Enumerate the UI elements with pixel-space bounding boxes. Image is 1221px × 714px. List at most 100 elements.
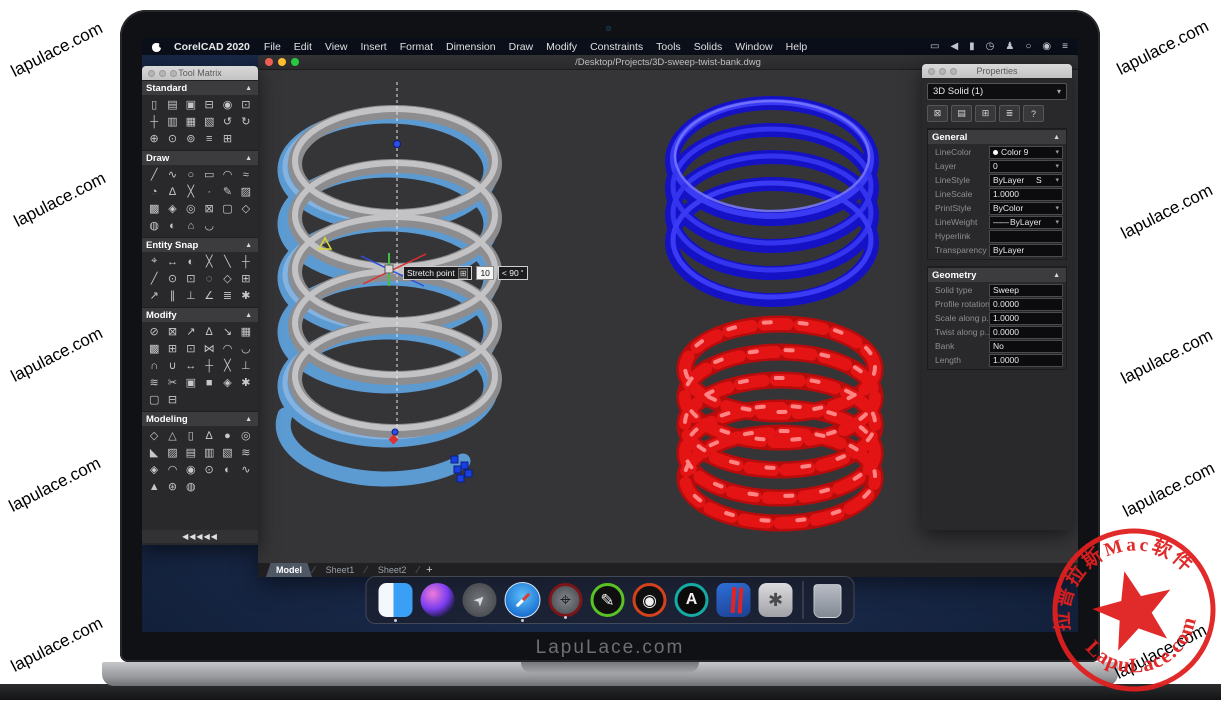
snap-intersection-icon[interactable]: ╳ (200, 253, 218, 270)
array-3d-icon[interactable]: ⊛ (163, 478, 181, 495)
prop-value-linecolor[interactable]: Color 9▾ (989, 146, 1063, 159)
hatch-icon[interactable]: ▨ (237, 183, 255, 200)
circle-icon[interactable]: ○ (182, 166, 200, 183)
section-header-modify[interactable]: Modify▲ (142, 307, 258, 322)
align-icon[interactable]: ⊥ (237, 357, 255, 374)
menu-draw[interactable]: Draw (509, 41, 534, 53)
prop-value-bank[interactable]: No (989, 340, 1063, 353)
collapse-icon[interactable]: ▲ (1053, 272, 1060, 279)
rotate-icon[interactable]: ∆ (200, 323, 218, 340)
chamfer-icon[interactable]: ◡ (237, 340, 255, 357)
snap-geometric-center-icon[interactable]: ◇ (218, 270, 236, 287)
display-mirroring-icon[interactable]: ▭ (930, 41, 939, 52)
mirror-3d-icon[interactable]: ▲ (145, 478, 163, 495)
grip-bottom[interactable] (392, 429, 398, 435)
select-add-icon[interactable]: ▤ (951, 105, 972, 122)
dock-utility-icon[interactable]: ✱ (759, 583, 793, 617)
dock-font-manager-icon[interactable]: A (675, 583, 709, 617)
snap-nearest-icon[interactable]: ╲ (218, 253, 236, 270)
menu-view[interactable]: View (325, 41, 348, 53)
new-drawing-icon[interactable]: ▯ (145, 96, 163, 113)
point-icon[interactable]: · (200, 183, 218, 200)
app-menu-title[interactable]: CorelCAD 2020 (174, 41, 250, 53)
ring-icon[interactable]: ◎ (182, 200, 200, 217)
snap-perpendicular-icon[interactable]: ⊥ (182, 287, 200, 304)
palette-pager[interactable]: ◀◀◀◀◀ (142, 530, 258, 543)
spline-icon[interactable]: ≈ (237, 166, 255, 183)
snap-settings-icon[interactable]: ✱ (237, 287, 255, 304)
box-icon[interactable]: ◇ (145, 427, 163, 444)
battery-icon[interactable]: ▮ (969, 41, 975, 52)
select-remove-icon[interactable]: ⊞ (975, 105, 996, 122)
stretch-icon[interactable]: ↔ (182, 357, 200, 374)
loft-icon[interactable]: ▧ (218, 444, 236, 461)
zoom-dynamic-icon[interactable]: ⊙ (163, 130, 181, 147)
pointer-icon[interactable]: ┼ (145, 113, 163, 130)
polyline-icon[interactable]: ∿ (163, 166, 181, 183)
tab-sheet1[interactable]: Sheet1 (316, 563, 365, 577)
prop-value-linestyle[interactable]: ByLayerS▾ (989, 174, 1063, 187)
change-space-icon[interactable]: ▢ (145, 391, 163, 408)
collapse-icon[interactable]: ▲ (245, 312, 252, 319)
viewport-rectangle-icon[interactable]: ▢ (218, 200, 236, 217)
revision-cloud-icon[interactable]: ◍ (145, 217, 163, 234)
edit-gradient-icon[interactable]: ◈ (218, 374, 236, 391)
zoom-previous-icon[interactable]: ⊚ (182, 130, 200, 147)
prop-value-transparency[interactable]: ByLayer (989, 244, 1063, 257)
infinite-line-icon[interactable]: ╳ (182, 183, 200, 200)
pan-icon[interactable]: ⊕ (145, 130, 163, 147)
section-header-modeling[interactable]: Modeling▲ (142, 411, 258, 426)
move-icon[interactable]: ↗ (182, 323, 200, 340)
snap-endpoint-icon[interactable]: ┼ (237, 253, 255, 270)
snap-insertion-icon[interactable]: ⊡ (182, 270, 200, 287)
prop-value-layer[interactable]: 0▾ (989, 160, 1063, 173)
rhombus-icon[interactable]: ◇ (237, 200, 255, 217)
prop-value-printstyle[interactable]: ByColor▾ (989, 202, 1063, 215)
paste-special-icon[interactable]: ▧ (200, 113, 218, 130)
prop-value-length[interactable]: 1.0000 (989, 354, 1063, 367)
zoom-window-icon[interactable]: ⊞ (218, 130, 236, 147)
menu-format[interactable]: Format (400, 41, 433, 53)
open-drawing-icon[interactable]: ▤ (163, 96, 181, 113)
freehand-sketch-icon[interactable]: ✎ (218, 183, 236, 200)
menu-tools[interactable]: Tools (656, 41, 681, 53)
menu-help[interactable]: Help (786, 41, 808, 53)
offset-icon[interactable]: ⊞ (163, 340, 181, 357)
menu-constraints[interactable]: Constraints (590, 41, 643, 53)
slice-icon[interactable]: ⊙ (200, 461, 218, 478)
menu-insert[interactable]: Insert (360, 41, 386, 53)
union-icon[interactable]: ◈ (145, 461, 163, 478)
collapse-icon[interactable]: ▲ (245, 85, 252, 92)
save-icon[interactable]: ▣ (182, 96, 200, 113)
collapse-icon[interactable]: ▲ (245, 242, 252, 249)
revolve-icon[interactable]: ▤ (182, 444, 200, 461)
trim-icon[interactable]: ∩ (145, 357, 163, 374)
edit-spline-icon[interactable]: ✱ (237, 374, 255, 391)
dock-trash-icon[interactable] (814, 584, 842, 618)
split-icon[interactable]: ┼ (200, 357, 218, 374)
user-icon[interactable]: ♟ (1005, 41, 1014, 52)
dock-corelcad-icon[interactable]: ⌖ (549, 583, 583, 617)
align-3d-icon[interactable]: ◍ (182, 478, 200, 495)
ellipse-icon[interactable]: ◔ (145, 183, 163, 200)
grip-top[interactable] (394, 141, 401, 148)
copy-icon[interactable]: ▥ (163, 113, 181, 130)
snap-extension-icon[interactable]: ↗ (145, 287, 163, 304)
properties-titlebar[interactable]: Properties (922, 64, 1072, 78)
dock-safari-icon[interactable] (505, 582, 541, 618)
clock-icon[interactable]: ◷ (986, 41, 995, 52)
scale-icon[interactable]: ▦ (237, 323, 255, 340)
prop-section-header-general[interactable]: General▲ (928, 129, 1066, 144)
cone-icon[interactable]: △ (163, 427, 181, 444)
dock-parallels-icon[interactable] (717, 583, 751, 617)
subtract-icon[interactable]: ◠ (163, 461, 181, 478)
entity-selector-dropdown[interactable]: 3D Solid (1) ▾ (927, 83, 1067, 100)
select-similar-icon[interactable]: ⊠ (163, 323, 181, 340)
undo-icon[interactable]: ↺ (218, 113, 236, 130)
tab-model[interactable]: Model (266, 563, 312, 577)
print-icon[interactable]: ⊟ (200, 96, 218, 113)
boundary-hatch-icon[interactable]: ▩ (145, 200, 163, 217)
dynamic-input-angle-field[interactable]: < 90 ° (498, 266, 528, 280)
collapse-icon[interactable]: ▲ (1053, 134, 1060, 141)
snap-from-icon[interactable]: ⌖ (145, 253, 163, 270)
